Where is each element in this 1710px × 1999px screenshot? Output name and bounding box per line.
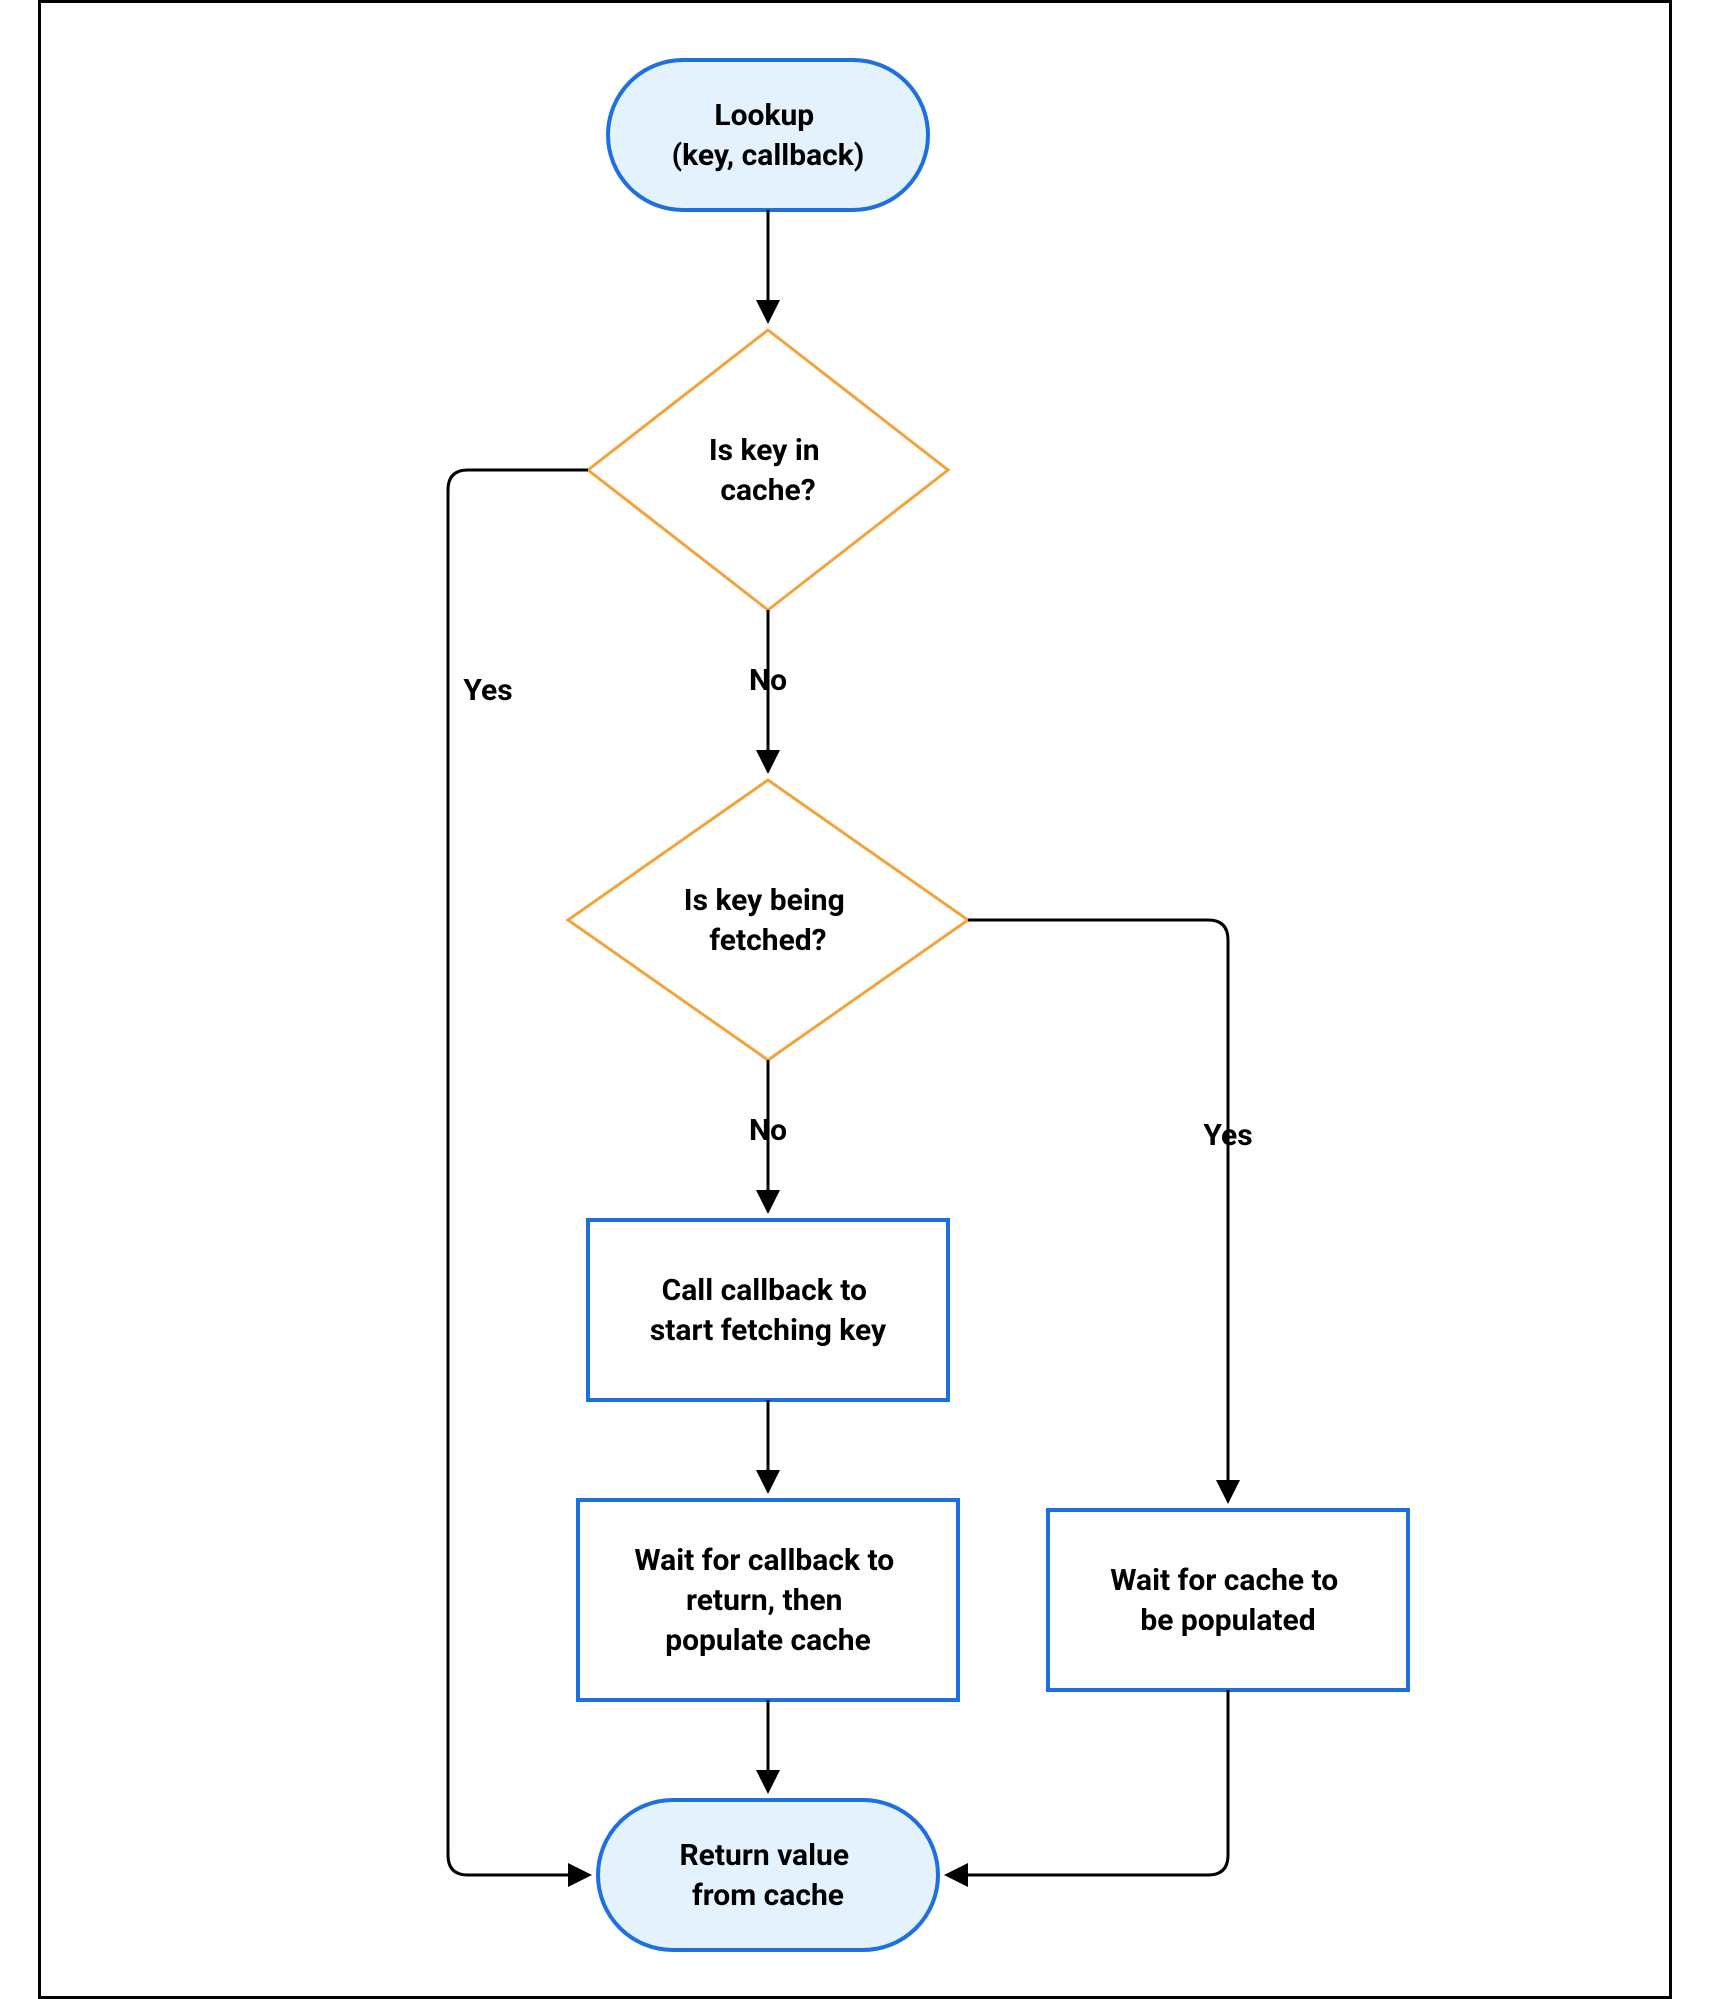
edge-d1-yes-label: Yes <box>463 673 512 708</box>
start-line1: Lookup <box>714 98 814 133</box>
p2-line1: Wait for callback to <box>634 1543 894 1578</box>
p3-line2: be populated <box>1140 1603 1315 1638</box>
edge-p3-to-end <box>948 1690 1228 1875</box>
node-start-terminator: Lookup (key, callback) <box>608 60 928 210</box>
node-process-wait-callback: Wait for callback to return, then popula… <box>578 1500 958 1700</box>
end-line1: Return value <box>679 1838 849 1873</box>
end-line2: from cache <box>692 1878 844 1913</box>
edge-d2-yes-to-p3 <box>968 920 1228 1500</box>
d2-line1: Is key being <box>684 883 845 918</box>
start-line2: (key, callback) <box>672 138 865 173</box>
node-decision-key-being-fetched: Is key being fetched? <box>568 780 968 1060</box>
d1-line2: cache? <box>720 473 815 508</box>
p1-line2: start fetching key <box>650 1313 887 1348</box>
flowchart-canvas: Lookup (key, callback) Is key in cache? … <box>38 0 1672 1999</box>
node-decision-key-in-cache: Is key in cache? <box>588 330 948 610</box>
p2-line3: populate cache <box>665 1623 871 1658</box>
edge-d2-no-label: No <box>749 1113 787 1148</box>
node-end-terminator: Return value from cache <box>598 1800 938 1950</box>
edge-d2-yes-label: Yes <box>1203 1118 1252 1153</box>
edge-d1-no-label: No <box>749 663 787 698</box>
p3-line1: Wait for cache to <box>1110 1563 1338 1598</box>
p2-line2: return, then <box>686 1583 842 1618</box>
p1-line1: Call callback to <box>662 1273 867 1308</box>
d1-line1: Is key in <box>709 433 820 468</box>
node-process-wait-cache: Wait for cache to be populated <box>1048 1510 1408 1690</box>
d2-line2: fetched? <box>709 923 826 958</box>
node-process-call-callback: Call callback to start fetching key <box>588 1220 948 1400</box>
